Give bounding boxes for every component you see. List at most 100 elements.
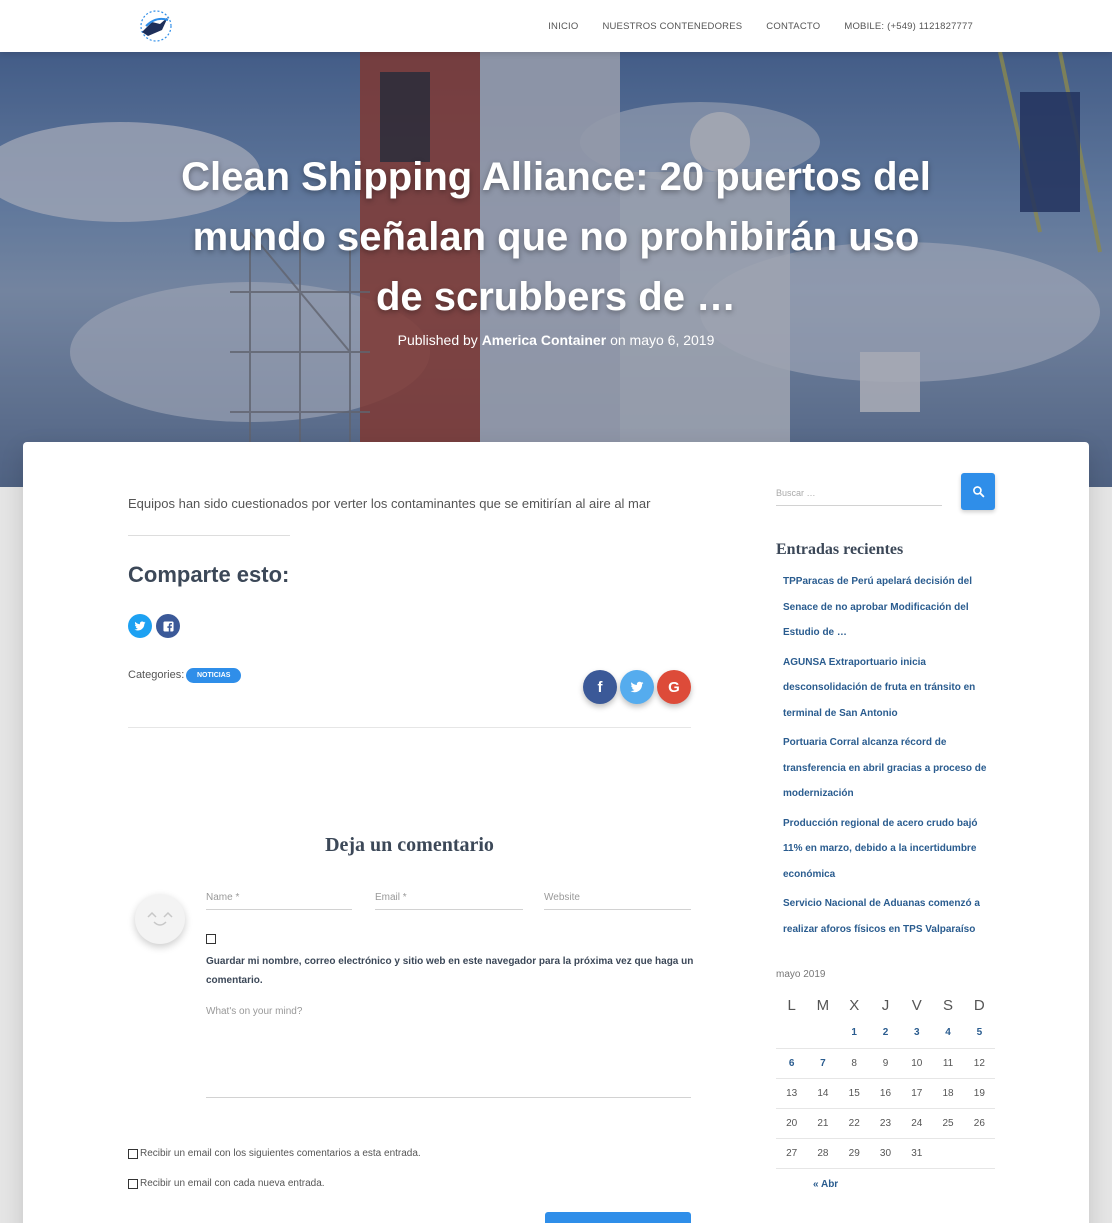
calendar-day[interactable]: 4 [932,1018,964,1049]
calendar-empty-day [963,1138,995,1169]
published-by-label: Published by [397,332,478,348]
twitter-icon [630,681,644,693]
twitter-share-button[interactable] [128,614,152,638]
divider [128,727,691,728]
google-share-button[interactable]: G [657,670,691,704]
calendar-day: 18 [932,1078,964,1109]
comment-textarea[interactable]: What's on your mind? [206,1006,691,1098]
calendar-week: 6 7 8 9 10 11 12 [776,1048,995,1079]
divider [128,535,290,536]
comment-form-heading: Deja un comentario [325,834,494,856]
calendar-prev-month-link[interactable]: « Abr [813,1179,838,1190]
calendar-day: 24 [901,1108,933,1139]
calendar-day: 15 [838,1078,870,1109]
twitter-icon [134,621,146,631]
calendar-empty-day [932,1138,964,1169]
calendar-day: 10 [901,1048,933,1079]
nav-menu: INICIO NUESTROS CONTENEDORES CONTACTO MO… [524,0,973,52]
calendar-day: 26 [963,1108,995,1139]
recent-post-link[interactable]: Servicio Nacional de Aduanas comenzó a r… [783,891,993,942]
post-meta: Published by America Container on mayo 6… [0,332,1112,348]
search-button[interactable] [961,473,995,510]
nav-item-contacto[interactable]: CONTACTO [766,21,820,32]
calendar-day: 28 [807,1138,839,1169]
calendar-day: 14 [807,1078,839,1109]
calendar-week: 13 14 15 16 17 18 19 [776,1078,995,1109]
calendar-day: 29 [838,1138,870,1169]
calendar-day[interactable]: 7 [807,1048,839,1079]
calendar-weekday: L [787,996,796,1014]
navbar: INICIO NUESTROS CONTENEDORES CONTACTO MO… [0,0,1112,52]
calendar-day: 16 [869,1078,902,1109]
calendar-empty-day [776,1018,808,1049]
calendar-day: 9 [869,1048,902,1079]
subscribe-comments-checkbox[interactable] [128,1149,138,1159]
recent-post-link[interactable]: Producción regional de acero crudo bajó … [783,811,993,888]
category-tag[interactable]: NOTICIAS [186,668,242,683]
recent-post-link[interactable]: TPParacas de Perú apelará decisión del S… [783,569,993,646]
facebook-share-large-button[interactable]: f [583,670,617,704]
calendar-weekday: X [849,996,860,1014]
calendar-day: 12 [963,1048,995,1079]
search-icon [972,486,984,498]
twitter-share-large-button[interactable] [620,670,654,704]
calendar-empty-day [807,1018,839,1049]
subscribe-posts-checkbox[interactable] [128,1179,138,1189]
calendar-weekday: D [973,996,985,1014]
calendar-day: 21 [807,1108,839,1139]
calendar-week: 20 21 22 23 24 25 26 [776,1108,995,1139]
calendar-weekday: J [881,996,890,1014]
calendar-day: 22 [838,1108,870,1139]
facebook-icon [162,620,174,632]
save-info-label: Guardar mi nombre, correo electrónico y … [206,956,694,986]
recent-post-link[interactable]: Portuaria Corral alcanza récord de trans… [783,730,993,807]
facebook-share-button[interactable] [156,614,180,638]
google-icon: G [668,678,680,696]
website-field[interactable]: Website [544,888,691,910]
calendar-day: 17 [901,1078,933,1109]
smiley-icon [147,911,173,926]
nav-item-contenedores[interactable]: NUESTROS CONTENEDORES [602,21,742,32]
calendar-day: 13 [776,1078,808,1109]
hero-banner: Clean Shipping Alliance: 20 puertos del … [0,52,1112,487]
post-date: mayo 6, 2019 [629,332,715,348]
email-field[interactable]: Email * [375,888,523,910]
post-excerpt: Equipos han sido cuestionados por verter… [128,496,651,511]
calendar-week: 12345 [776,1018,995,1049]
calendar-day[interactable]: 3 [901,1018,933,1049]
subscribe-posts-label: Recibir un email con cada nueva entrada. [140,1178,325,1189]
calendar-day[interactable]: 1 [838,1018,870,1049]
site-logo[interactable] [138,8,174,44]
on-label: on [610,332,626,348]
calendar-week: 27 28 29 30 31 [776,1138,995,1169]
calendar-body: 1 2 3 4 5 6 7 8 9 10 11 12 13 14 15 16 17 18 19 20 21 22 23 24 2… [776,1018,995,1169]
recent-posts-heading: Entradas recientes [776,541,904,558]
calendar-day: 8 [838,1048,870,1079]
facebook-icon: f [597,678,603,696]
calendar-caption: mayo 2019 [776,969,826,980]
calendar-day[interactable]: 5 [963,1018,995,1049]
nav-item-inicio[interactable]: INICIO [548,21,578,32]
name-field[interactable]: Name * [206,888,352,910]
calendar-day: 31 [901,1138,933,1169]
recent-posts-list: TPParacas de Perú apelará decisión del S… [783,569,993,946]
calendar-day[interactable]: 2 [869,1018,902,1049]
save-info-checkbox[interactable] [206,934,216,944]
calendar-weekday: M [816,996,830,1014]
share-heading: Comparte esto: [128,562,290,587]
calendar-day: 20 [776,1108,808,1139]
main-card: Equipos han sido cuestionados por verter… [23,442,1089,1223]
categories-label: Categories: [128,669,185,681]
calendar-weekdays: LMXJVSD [776,992,995,1018]
calendar-weekday: S [943,996,954,1014]
author-link[interactable]: America Container [482,332,606,348]
recent-post-link[interactable]: AGUNSA Extraportuario inicia desconsolid… [783,650,993,727]
nav-item-mobile[interactable]: MOBILE: (+549) 1121827777 [844,21,973,32]
calendar-day: 19 [963,1078,995,1109]
calendar-day: 30 [869,1138,902,1169]
calendar-day[interactable]: 6 [776,1048,808,1079]
calendar-day: 27 [776,1138,808,1169]
avatar [135,894,185,944]
search-input[interactable]: Buscar … [776,482,942,506]
submit-comment-button[interactable] [545,1212,691,1223]
